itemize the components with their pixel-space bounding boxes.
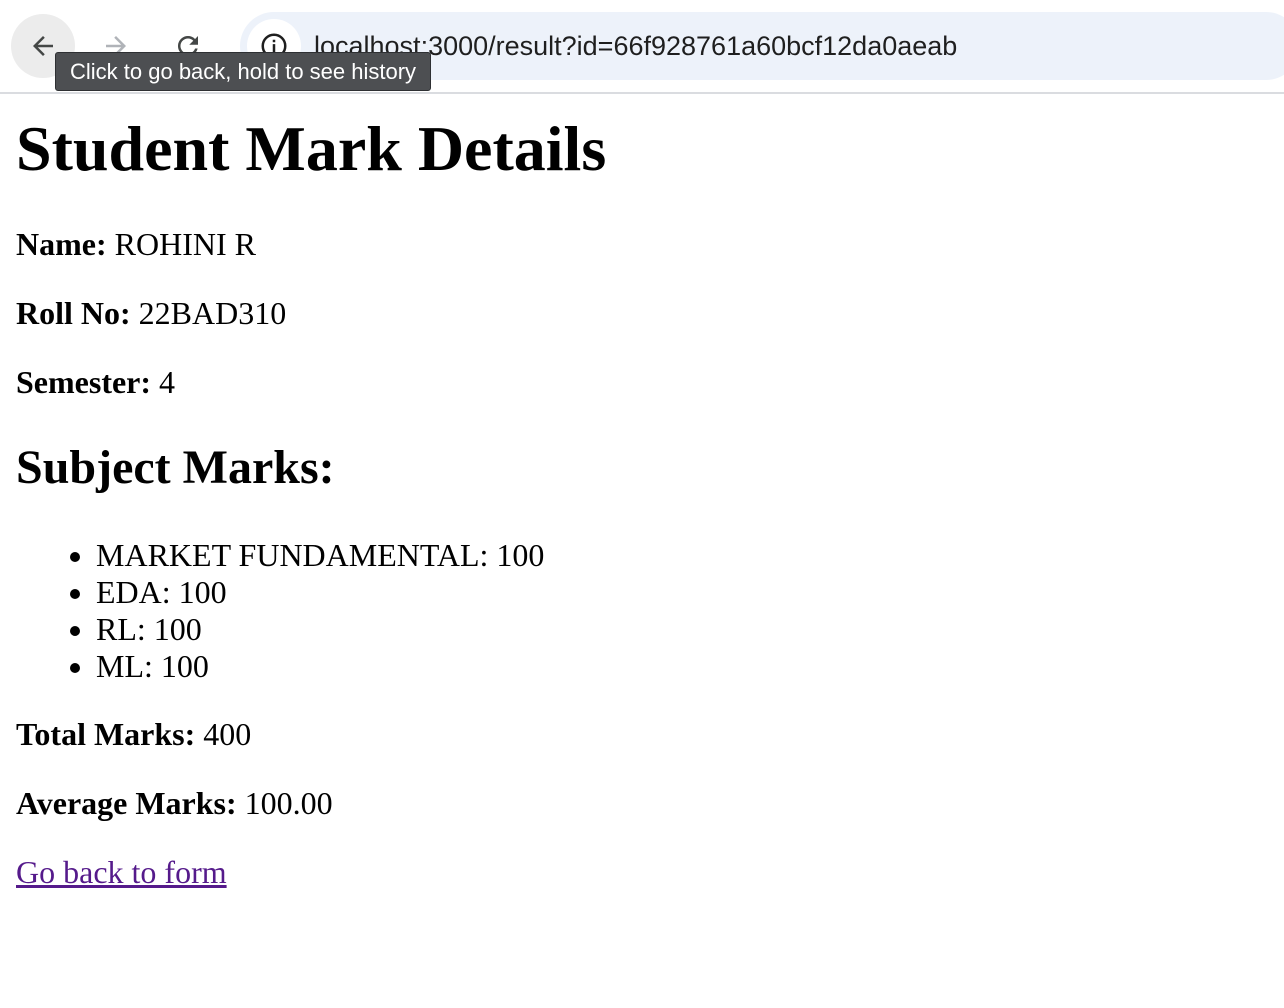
- name-label: Name:: [16, 226, 107, 262]
- back-to-form-link[interactable]: Go back to form: [16, 852, 227, 892]
- total-field: Total Marks: 400: [16, 714, 251, 754]
- average-field: Average Marks: 100.00: [16, 783, 333, 823]
- arrow-left-icon: [33, 36, 53, 56]
- subject-marks-heading: Subject Marks:: [16, 441, 335, 494]
- list-item: RL: 100: [96, 611, 544, 648]
- page-content: Student Mark Details Name: ROHINI R Roll…: [16, 94, 1256, 890]
- roll-label: Roll No:: [16, 295, 131, 331]
- semester-field: Semester: 4: [16, 362, 175, 402]
- name-value: ROHINI R: [114, 226, 256, 262]
- page-title: Student Mark Details: [16, 113, 607, 184]
- semester-label: Semester:: [16, 364, 152, 400]
- total-label: Total Marks:: [16, 716, 196, 752]
- list-item: EDA: 100: [96, 574, 544, 611]
- list-item: MARKET FUNDAMENTAL: 100: [96, 537, 544, 574]
- roll-field: Roll No: 22BAD310: [16, 293, 286, 333]
- subject-marks-list: MARKET FUNDAMENTAL: 100 EDA: 100 RL: 100…: [16, 537, 544, 685]
- roll-value: 22BAD310: [138, 295, 287, 331]
- total-value: 400: [203, 716, 252, 752]
- average-value: 100.00: [244, 785, 333, 821]
- name-field: Name: ROHINI R: [16, 224, 256, 264]
- semester-value: 4: [159, 364, 176, 400]
- back-tooltip: Click to go back, hold to see history: [55, 52, 432, 91]
- average-label: Average Marks:: [16, 785, 237, 821]
- list-item: ML: 100: [96, 648, 544, 685]
- browser-toolbar: localhost:3000/result?id=66f928761a60bcf…: [0, 0, 1284, 94]
